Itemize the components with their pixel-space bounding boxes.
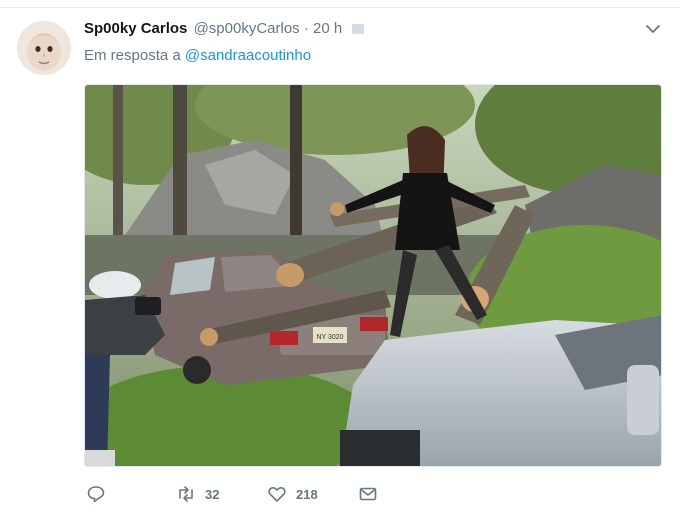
- reply-icon: [87, 486, 105, 503]
- reply-context: Em resposta a @sandraacoutinho: [84, 46, 311, 66]
- like-icon: [268, 487, 286, 502]
- user-handle[interactable]: @sp00kyCarlos: [194, 20, 300, 37]
- separator-dot: ·: [303, 20, 309, 37]
- tweet-photo[interactable]: NY 3020: [84, 84, 662, 467]
- retweet-button[interactable]: 32: [176, 483, 219, 505]
- reply-button[interactable]: [86, 483, 115, 505]
- tweet-header: Sp00ky Carlos @sp00kyCarlos · 20 h: [84, 19, 365, 39]
- like-button[interactable]: 218: [267, 483, 318, 505]
- divider-top: [0, 7, 680, 8]
- reply-mention-link[interactable]: @sandraacoutinho: [185, 47, 311, 64]
- verified-icon: [352, 24, 365, 34]
- timestamp[interactable]: 20 h: [313, 20, 342, 37]
- avatar[interactable]: [17, 21, 71, 75]
- like-count: 218: [296, 486, 318, 502]
- photo-scene: NY 3020: [85, 85, 661, 466]
- display-name[interactable]: Sp00ky Carlos: [84, 20, 187, 37]
- retweet-count: 32: [205, 486, 220, 502]
- direct-message-icon: [359, 487, 377, 501]
- chevron-down-icon[interactable]: [645, 21, 661, 37]
- plate-text: NY 3020: [316, 334, 343, 341]
- retweet-icon: [179, 486, 193, 502]
- reply-prefix: Em resposta a: [84, 47, 181, 64]
- avatar-photo: [17, 21, 71, 75]
- tweet-actions: 32 218: [84, 483, 484, 505]
- direct-message-button[interactable]: [358, 483, 378, 505]
